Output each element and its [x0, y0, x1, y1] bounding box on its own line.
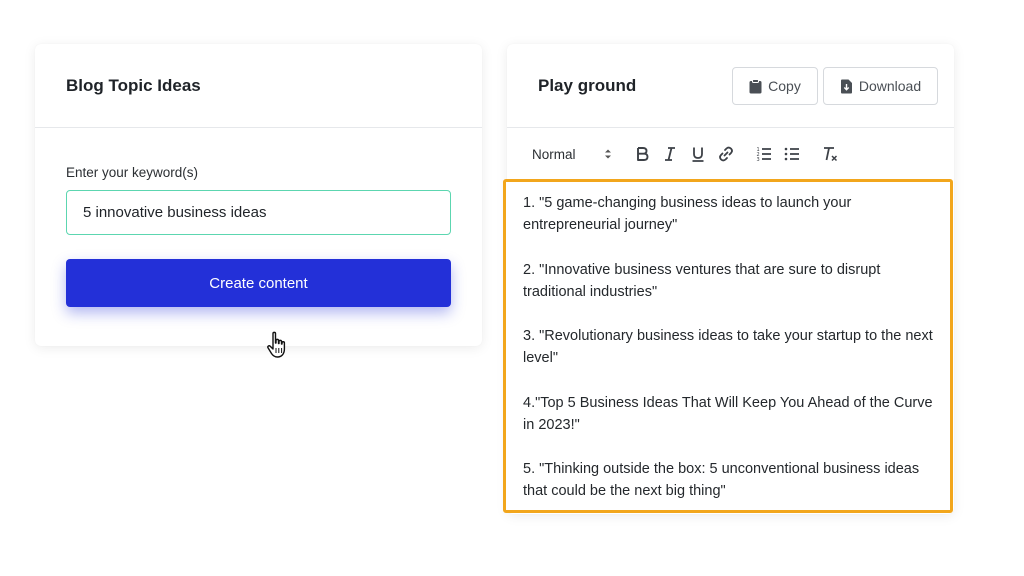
copy-button[interactable]: Copy: [732, 67, 818, 105]
editor-paragraph: 1. "5 game-changing business ideas to la…: [523, 195, 852, 233]
underline-icon: [692, 147, 704, 162]
keyword-label: Enter your keyword(s): [66, 165, 199, 180]
italic-icon: [665, 147, 675, 161]
clipboard-icon: [749, 78, 762, 93]
playground-title: Play ground: [538, 75, 637, 95]
bold-button[interactable]: [628, 140, 656, 168]
format-select-value: Normal: [532, 146, 576, 162]
playground-editor[interactable]: 1. "5 game-changing business ideas to la…: [503, 179, 953, 513]
hand-pointer-icon: [267, 331, 286, 358]
editor-paragraph: 4."Top 5 Business Ideas That Will Keep Y…: [523, 394, 933, 433]
playground-header: Play ground Copy Download: [507, 44, 954, 128]
format-select[interactable]: Normal: [532, 147, 618, 162]
blog-topic-header: Blog Topic Ideas: [35, 44, 482, 128]
create-content-button[interactable]: Create content: [66, 259, 451, 307]
link-button[interactable]: [712, 140, 740, 168]
ordered-list-button[interactable]: 1 2 3: [750, 140, 778, 168]
download-button[interactable]: Download: [823, 67, 938, 105]
download-label: Download: [858, 78, 922, 94]
blog-topic-card: Blog Topic Ideas Enter your keyword(s) C…: [35, 44, 482, 358]
ordered-list-icon: 1 2 3: [757, 147, 771, 163]
svg-text:3: 3: [757, 157, 760, 163]
playground-card: Play ground Copy Download Normal 1 2 3 1…: [503, 44, 954, 514]
editor-paragraph: 3. "Revolutionary business ideas to take…: [523, 328, 933, 366]
italic-button[interactable]: [656, 140, 684, 168]
clear-format-icon: [824, 147, 838, 162]
link-icon: [719, 146, 733, 162]
underline-button[interactable]: [684, 140, 712, 168]
editor-paragraph: 2. "Innovative business ventures that ar…: [523, 261, 881, 300]
bullet-list-button[interactable]: [778, 140, 806, 168]
bullet-list-icon: [784, 147, 799, 161]
clear-format-button[interactable]: [816, 140, 844, 168]
updown-arrows-icon: [605, 149, 611, 159]
copy-label: Copy: [768, 78, 801, 94]
editor-toolbar: Normal 1 2 3: [507, 128, 954, 180]
blog-topic-title: Blog Topic Ideas: [66, 75, 201, 95]
file-download-icon: [840, 79, 852, 93]
bold-icon: [637, 147, 649, 161]
editor-paragraph: 5. "Thinking outside the box: 5 unconven…: [523, 461, 920, 499]
keyword-input[interactable]: [66, 190, 451, 235]
